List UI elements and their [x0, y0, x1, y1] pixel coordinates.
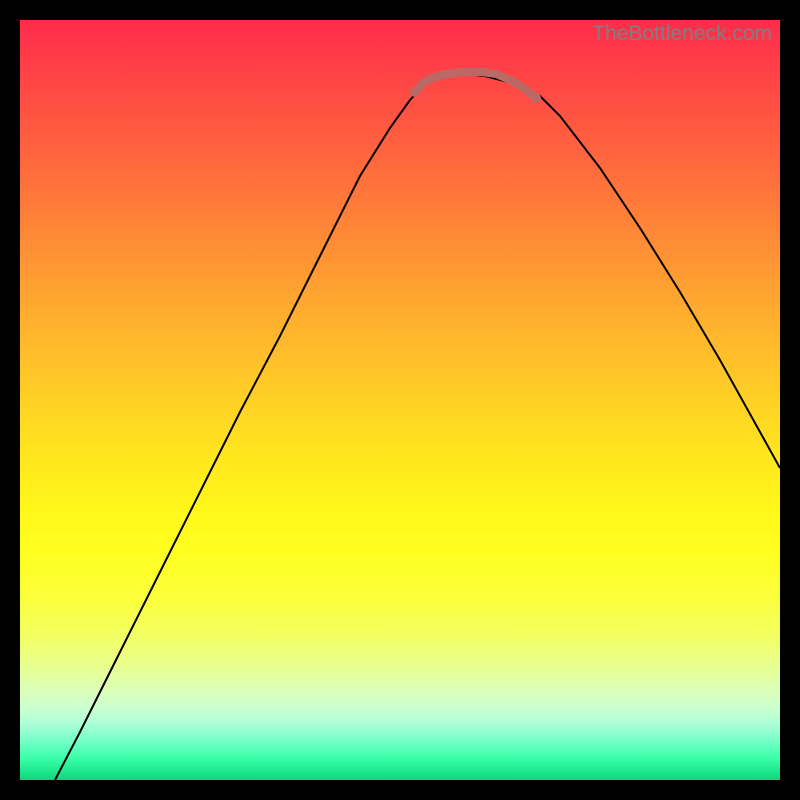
bottleneck-curve	[55, 74, 780, 780]
highlight-endpoint	[531, 93, 541, 103]
plot-area: TheBottleneck.com	[20, 20, 780, 780]
chart-frame: TheBottleneck.com	[0, 0, 800, 800]
highlight-segment	[415, 72, 536, 98]
curve-layer	[20, 20, 780, 780]
watermark-label: TheBottleneck.com	[592, 22, 772, 46]
highlight-endpoint	[410, 87, 420, 97]
